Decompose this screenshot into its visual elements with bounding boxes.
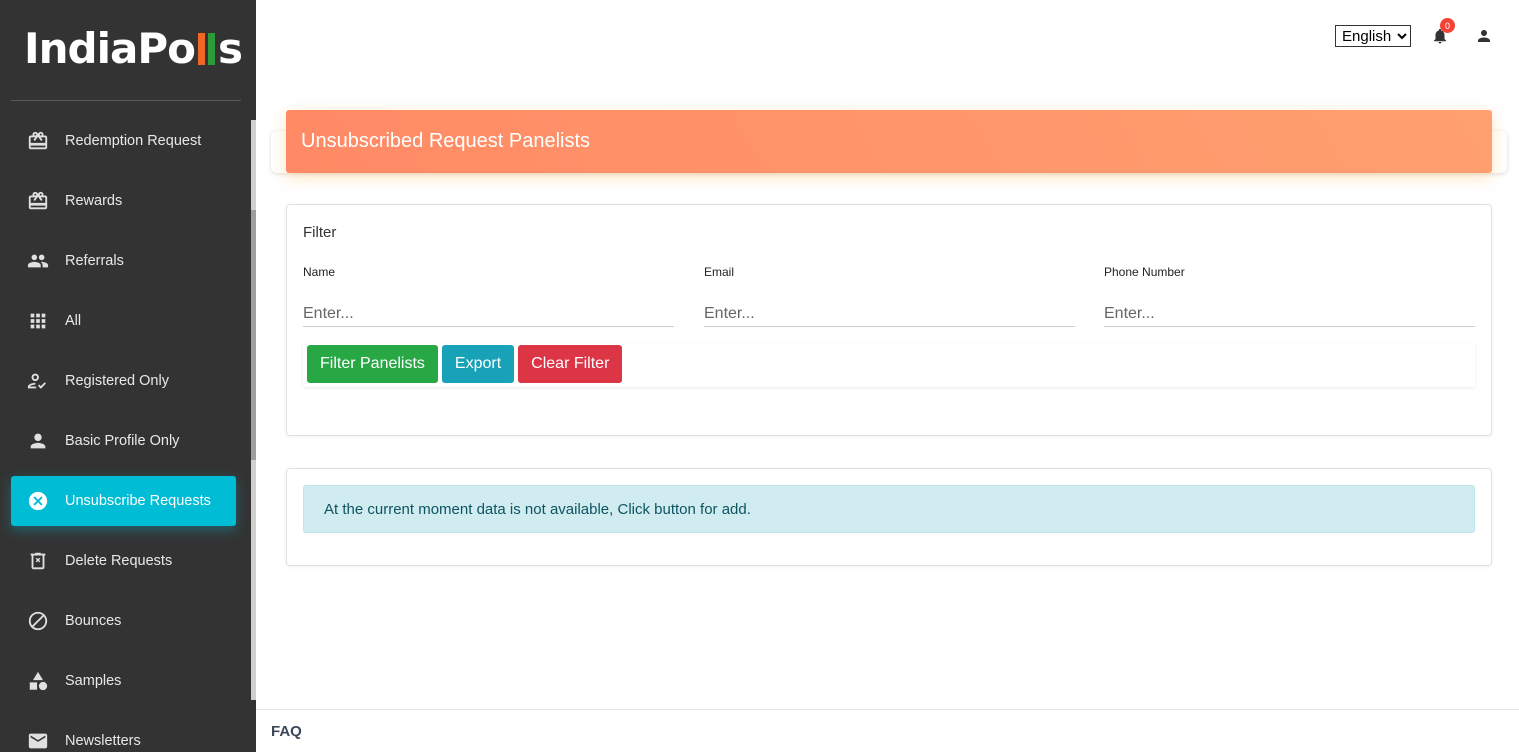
data-card: At the current moment data is not availa… (286, 468, 1492, 566)
phone-field: Phone Number (1104, 265, 1475, 327)
sidebar-item-delete-requests[interactable]: Delete Requests (11, 536, 236, 586)
email-input[interactable] (704, 301, 1075, 327)
language-select[interactable]: English (1335, 25, 1411, 47)
sidebar-nav: Redemption Request Rewards Referrals All… (11, 116, 236, 752)
cancel-circle-icon (27, 490, 49, 512)
filter-panelists-button[interactable]: Filter Panelists (307, 345, 438, 383)
indiapolls-logo[interactable]: IndiaPo s (24, 26, 243, 72)
name-field: Name (303, 265, 674, 327)
sidebar-item-rewards[interactable]: Rewards (11, 176, 236, 226)
page-title: Unsubscribed Request Panelists (301, 130, 591, 152)
notifications-button[interactable]: 0 (1425, 18, 1455, 48)
name-input[interactable] (303, 301, 674, 327)
sidebar-item-all[interactable]: All (11, 296, 236, 346)
gift-icon (27, 190, 49, 212)
footer: FAQ (256, 709, 1519, 752)
sidebar-item-samples[interactable]: Samples (11, 656, 236, 706)
person-check-icon (27, 370, 49, 392)
sidebar: IndiaPo s Redemption Request Rewards Refe… (0, 0, 256, 752)
email-field: Email (704, 265, 1075, 327)
email-label: Email (704, 265, 735, 279)
clear-filter-button[interactable]: Clear Filter (518, 345, 623, 383)
gift-icon (27, 130, 49, 152)
sidebar-item-registered-only[interactable]: Registered Only (11, 356, 236, 406)
notification-badge: 0 (1440, 18, 1455, 33)
scrollbar-thumb[interactable] (251, 210, 256, 460)
sidebar-item-newsletters[interactable]: Newsletters (11, 716, 236, 752)
sidebar-item-unsubscribe-requests[interactable]: Unsubscribe Requests (11, 476, 236, 526)
grid-icon (27, 310, 49, 332)
page-header: Unsubscribed Request Panelists (286, 110, 1492, 173)
block-icon (27, 610, 49, 632)
user-icon (1478, 30, 1490, 42)
category-icon (27, 670, 49, 692)
name-label: Name (303, 265, 336, 279)
filter-card: Filter Name Email Phone Number Filter Pa… (286, 204, 1492, 436)
phone-input[interactable] (1104, 301, 1475, 327)
sidebar-item-bounces[interactable]: Bounces (11, 596, 236, 646)
user-menu-button[interactable] (1469, 24, 1499, 48)
export-button[interactable]: Export (441, 345, 515, 383)
sidebar-divider (11, 100, 241, 101)
faq-link[interactable]: FAQ (271, 723, 302, 740)
filter-title: Filter (303, 224, 337, 241)
empty-data-alert: At the current moment data is not availa… (303, 485, 1475, 533)
sidebar-scrollbar[interactable] (251, 120, 256, 700)
filter-actions: Filter Panelists Export Clear Filter (303, 343, 1475, 387)
topbar: English 0 (1335, 18, 1499, 48)
people-icon (27, 250, 49, 272)
delete-icon (27, 550, 49, 572)
mail-icon (27, 730, 49, 752)
sidebar-item-referrals[interactable]: Referrals (11, 236, 236, 286)
sidebar-item-basic-profile-only[interactable]: Basic Profile Only (11, 416, 236, 466)
sidebar-item-redemption-request[interactable]: Redemption Request (11, 116, 236, 166)
logo-bars (197, 33, 215, 65)
phone-label: Phone Number (1104, 265, 1185, 279)
person-icon (27, 430, 49, 452)
